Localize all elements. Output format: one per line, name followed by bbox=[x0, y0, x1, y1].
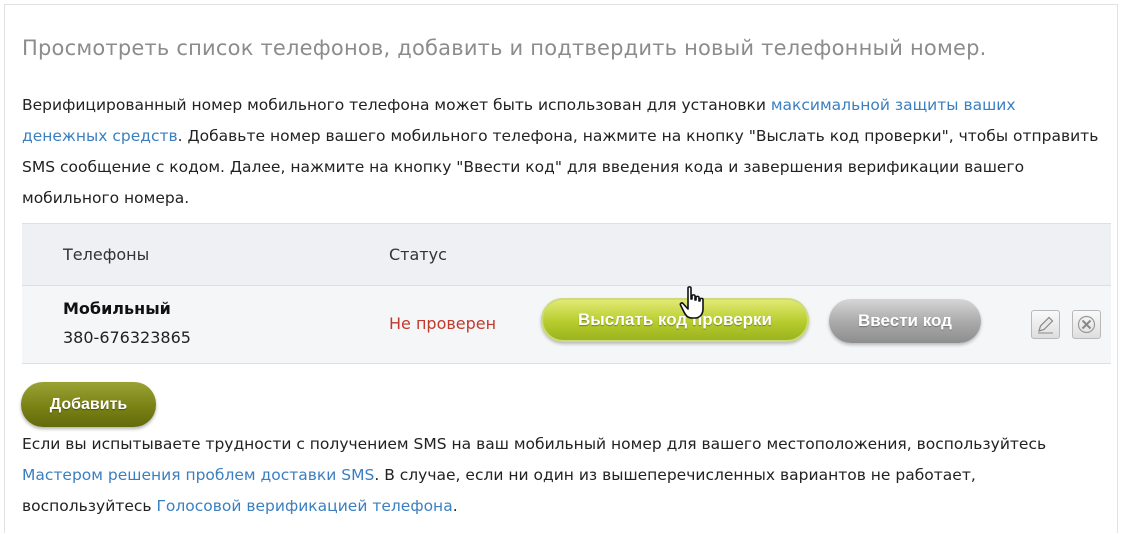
edit-phone-button[interactable] bbox=[1031, 310, 1060, 339]
table-header: Телефоны Статус bbox=[22, 223, 1111, 286]
help-paragraph: Если вы испытываете трудности с получени… bbox=[22, 429, 1102, 522]
intro-text-2: . Добавьте номер вашего мобильного телеф… bbox=[22, 127, 1099, 207]
sms-troubleshoot-link[interactable]: Мастером решения проблем доставки SMS bbox=[22, 466, 374, 484]
add-phone-button[interactable]: Добавить bbox=[21, 382, 156, 427]
table-row: Мобильный 380-676323865 Не проверен Высл… bbox=[22, 286, 1111, 364]
phones-table: Телефоны Статус Мобильный 380-676323865 … bbox=[22, 223, 1111, 364]
voice-verification-link[interactable]: Голосовой верификацией телефона bbox=[156, 497, 452, 515]
intro-paragraph: Верифицированный номер мобильного телефо… bbox=[22, 90, 1102, 214]
status-text: Не проверен bbox=[389, 314, 497, 333]
phones-panel: Просмотреть список телефонов, добавить и… bbox=[4, 4, 1118, 533]
hand-cursor-icon bbox=[679, 286, 704, 319]
page-title: Просмотреть список телефонов, добавить и… bbox=[22, 36, 987, 60]
help-text-3: . bbox=[452, 497, 458, 515]
phone-type: Мобильный bbox=[63, 299, 171, 318]
pencil-icon bbox=[1038, 316, 1054, 334]
enter-code-button[interactable]: Ввести код bbox=[829, 299, 981, 343]
column-header-phones: Телефоны bbox=[63, 245, 150, 264]
phone-number: 380-676323865 bbox=[63, 328, 191, 347]
help-text-1: Если вы испытываете трудности с получени… bbox=[22, 435, 1047, 453]
intro-text-1: Верифицированный номер мобильного телефо… bbox=[22, 96, 771, 114]
send-code-button[interactable]: Выслать код проверки bbox=[541, 298, 809, 342]
delete-phone-button[interactable] bbox=[1072, 310, 1101, 339]
close-icon bbox=[1077, 315, 1096, 334]
column-header-status: Статус bbox=[389, 245, 447, 264]
